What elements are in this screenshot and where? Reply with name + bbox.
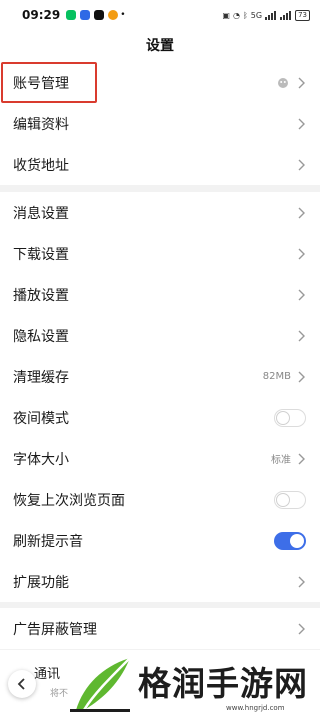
chevron-right-icon — [297, 206, 306, 220]
row-font-size[interactable]: 字体大小 标准 — [0, 438, 320, 479]
chevron-right-icon — [297, 452, 306, 466]
row-label: 扩展功能 — [13, 574, 69, 591]
watermark-text: 格润手游网 — [138, 664, 308, 703]
tiktok-icon — [94, 10, 105, 20]
row-ad-block-management[interactable]: 广告屏蔽管理 — [0, 608, 320, 649]
row-label: 消息设置 — [13, 205, 69, 222]
row-label: 夜间模式 — [13, 410, 69, 427]
toggle-knob — [276, 492, 290, 507]
toggle-knob — [276, 410, 290, 425]
signal-icon-2 — [280, 10, 292, 20]
title-bar: 设置 — [0, 30, 320, 62]
bluetooth-icon: ᛒ — [242, 10, 248, 20]
row-download-settings[interactable]: 下载设置 — [0, 233, 320, 274]
row-label: 广告屏蔽管理 — [13, 621, 97, 638]
watermark-logo-icon — [70, 657, 131, 712]
row-label: 清理缓存 — [13, 369, 69, 386]
row-label: 刷新提示音 — [13, 533, 83, 550]
signal-icon — [265, 10, 277, 20]
wechat-icon — [66, 10, 77, 20]
row-label: 编辑资料 — [13, 116, 69, 133]
row-clear-cache[interactable]: 清理缓存 82MB — [0, 356, 320, 397]
mail-icon — [80, 10, 91, 20]
chevron-right-icon — [297, 329, 306, 343]
row-refresh-sound: 刷新提示音 — [0, 520, 320, 561]
avatar-icon — [278, 77, 288, 88]
restore-page-toggle[interactable] — [274, 490, 306, 509]
row-playback-settings[interactable]: 播放设置 — [0, 274, 320, 315]
nfc-icon: ▣ — [222, 10, 230, 20]
highlight-box — [1, 62, 97, 103]
watermark-url: www.hngrjd.com — [226, 704, 285, 712]
chevron-right-icon — [297, 247, 306, 261]
status-bar: 09:29 • ▣ ◔ ᛒ 5G 73 — [0, 0, 320, 30]
chevron-right-icon — [297, 76, 306, 90]
chevron-right-icon — [297, 158, 306, 172]
browser-icon — [108, 10, 119, 20]
chevron-right-icon — [297, 622, 306, 636]
status-time: 09:29 — [22, 8, 61, 22]
toggle-knob — [290, 533, 304, 548]
row-message-settings[interactable]: 消息设置 — [0, 192, 320, 233]
row-restore-last-page: 恢复上次浏览页面 — [0, 479, 320, 520]
status-right-icons: ▣ ◔ ᛒ 5G 73 — [222, 9, 310, 21]
row-edit-profile[interactable]: 编辑资料 — [0, 103, 320, 144]
row-label: 隐私设置 — [13, 328, 69, 345]
cache-size-value: 82MB — [262, 371, 291, 382]
partial-row-sublabel: 将不 — [50, 689, 69, 699]
battery-icon: 73 — [295, 9, 310, 21]
row-privacy-settings[interactable]: 隐私设置 — [0, 315, 320, 356]
night-mode-toggle[interactable] — [274, 408, 306, 427]
chevron-left-icon — [17, 678, 25, 690]
partial-row-label: 通讯 — [34, 667, 61, 682]
network-label: 5G — [250, 10, 263, 20]
row-shipping-address[interactable]: 收货地址 — [0, 144, 320, 185]
page-title: 设置 — [146, 38, 174, 54]
chevron-right-icon — [297, 288, 306, 302]
back-button[interactable] — [8, 670, 36, 698]
row-label: 恢复上次浏览页面 — [13, 492, 125, 509]
row-label: 字体大小 — [13, 451, 69, 468]
status-indicator-dot: • — [120, 10, 126, 20]
row-label: 收货地址 — [13, 157, 69, 174]
row-extensions[interactable]: 扩展功能 — [0, 561, 320, 602]
row-night-mode: 夜间模式 — [0, 397, 320, 438]
chevron-right-icon — [297, 117, 306, 131]
settings-group-ads: 广告屏蔽管理 — [0, 608, 320, 649]
status-app-icons — [66, 10, 119, 20]
chevron-right-icon — [297, 370, 306, 384]
row-label: 播放设置 — [13, 287, 69, 304]
chevron-right-icon — [297, 575, 306, 589]
row-label: 下载设置 — [13, 246, 69, 263]
settings-group-general: 消息设置 下载设置 播放设置 隐私设置 清理缓存 82MB 夜间模式 字体大小 … — [0, 192, 320, 602]
refresh-sound-toggle[interactable] — [274, 531, 306, 550]
alarm-icon: ◔ — [232, 10, 240, 20]
font-size-value: 标准 — [271, 455, 291, 466]
